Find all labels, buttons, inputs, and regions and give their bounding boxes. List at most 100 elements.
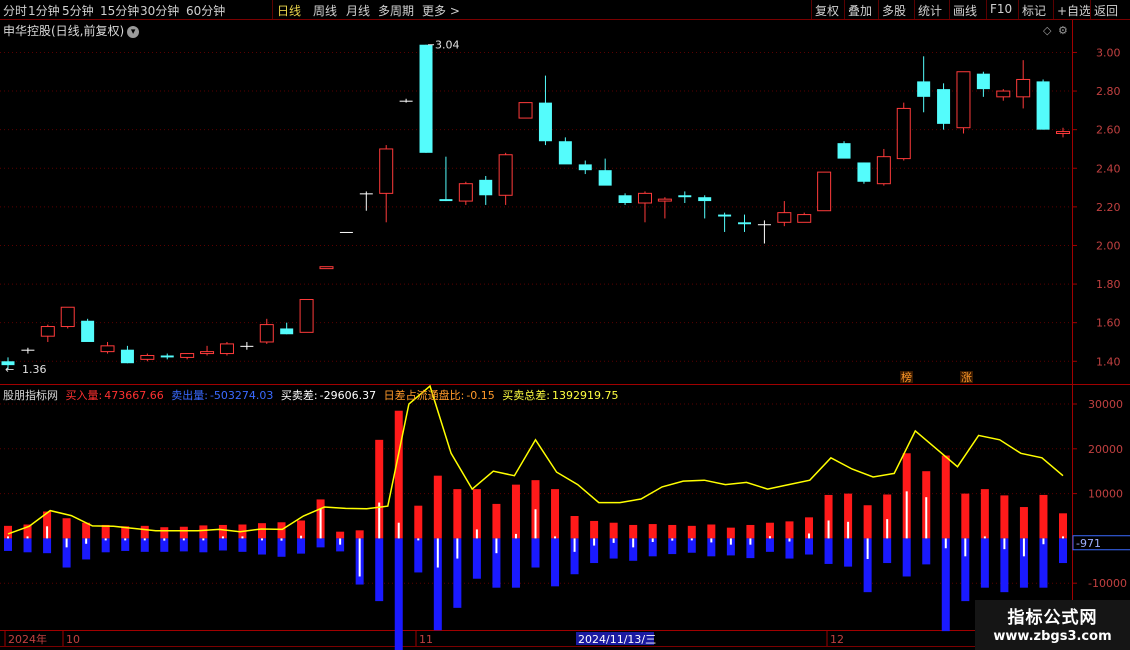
candle-body <box>757 224 771 226</box>
net-diff-bar <box>632 538 635 548</box>
candle-body <box>678 195 692 198</box>
sell-bar <box>375 538 384 602</box>
candle-body <box>937 89 951 124</box>
indicator-tick-label: 20000 <box>1088 443 1123 456</box>
net-diff-bar <box>319 508 322 539</box>
sell-bar <box>805 538 814 555</box>
sell-bar <box>218 538 227 551</box>
net-diff-bar <box>514 533 517 539</box>
net-diff-bar <box>671 538 674 541</box>
low-price-label: 1.36 <box>22 363 47 376</box>
candle-body <box>578 164 592 171</box>
candle-body <box>976 73 990 90</box>
indicator-name[interactable]: 股朋指标网 <box>3 389 58 402</box>
net-diff-bar <box>475 529 478 539</box>
candle-body <box>439 199 453 202</box>
buy-bar <box>140 525 149 539</box>
net-diff-bar <box>886 519 889 539</box>
diff-value: -29606.37 <box>319 389 377 402</box>
total-value: 1392919.75 <box>552 389 619 402</box>
net-diff-bar <box>710 538 713 543</box>
sell-bar <box>668 538 677 555</box>
net-diff-bar <box>612 538 615 543</box>
sell-bar <box>844 538 853 567</box>
candle-body <box>140 354 155 360</box>
net-diff-bar <box>280 538 283 541</box>
candle-body <box>698 197 712 202</box>
candle-body <box>359 193 373 195</box>
buy-bar <box>980 489 989 539</box>
sell-bar <box>297 538 306 554</box>
price-tick-label: 2.60 <box>1096 124 1121 137</box>
net-diff-bar <box>260 538 263 541</box>
candle-body <box>160 355 174 358</box>
candle-body <box>458 183 473 202</box>
net-diff-bar <box>7 536 9 539</box>
sell-bar <box>765 538 774 552</box>
settings-icon: ⚙ <box>1058 24 1068 37</box>
sell-volume-label: 卖出量: <box>171 389 208 402</box>
buy-bar <box>511 484 520 539</box>
sell-bar <box>140 538 149 552</box>
candle-body <box>479 179 493 196</box>
price-tick-label: 2.00 <box>1096 239 1121 252</box>
candle-body <box>339 231 353 233</box>
candle-body <box>399 100 413 102</box>
low-price-arrow: ← <box>5 363 14 376</box>
net-diff-bar <box>26 536 29 539</box>
candle-body <box>200 351 215 355</box>
buy-bar <box>570 516 579 539</box>
sell-bar <box>922 538 931 565</box>
sell-bar <box>941 538 950 632</box>
buy-bar <box>746 524 755 539</box>
net-diff-bar <box>866 538 869 560</box>
event-tag: 涨 <box>961 371 972 384</box>
net-diff-bar <box>495 538 498 554</box>
net-diff-bar <box>925 497 928 539</box>
buy-bar <box>82 522 91 539</box>
high-price-label: 3.04 <box>435 39 460 52</box>
net-diff-bar <box>221 536 224 539</box>
candle-body <box>956 71 971 129</box>
net-diff-bar <box>436 538 439 568</box>
net-diff-bar <box>1062 536 1064 539</box>
candle-body <box>657 198 672 202</box>
buy-bar <box>648 524 657 539</box>
buy-bar <box>609 522 618 539</box>
candle-body <box>598 170 612 186</box>
indicator-header: 股朋指标网 买入量: 473667.66 卖出量: -503274.03 买卖差: -… <box>3 387 618 403</box>
price-tick-label: 1.60 <box>1096 317 1121 330</box>
sell-bar <box>1039 538 1048 588</box>
net-diff-bar <box>534 509 537 539</box>
time-label: 12 <box>830 633 844 646</box>
buy-bar <box>433 475 442 539</box>
net-diff-bar <box>944 538 947 549</box>
net-diff-bar <box>593 538 596 546</box>
net-diff-bar <box>554 536 557 539</box>
buy-bar <box>765 522 774 539</box>
indicator-tick-label: 10000 <box>1088 488 1123 501</box>
buy-bar <box>414 505 423 539</box>
buy-bar <box>160 527 169 539</box>
net-diff-bar <box>163 538 166 541</box>
net-diff-bar <box>1042 538 1045 545</box>
candle-body <box>518 102 533 119</box>
buy-bar <box>668 524 677 539</box>
watermark: 指标公式网 www.zbgs3.com <box>975 600 1130 650</box>
net-diff-bar <box>768 536 771 539</box>
net-diff-bar <box>749 538 752 545</box>
candle-body <box>299 299 314 333</box>
time-label: 11 <box>419 633 433 646</box>
candle-body <box>738 222 752 225</box>
sell-bar <box>472 538 481 579</box>
candle-body <box>1036 81 1050 130</box>
candle-body <box>498 154 513 196</box>
candle-body <box>718 214 732 217</box>
net-diff-bar <box>827 520 830 539</box>
net-diff-bar <box>339 538 342 545</box>
net-diff-bar <box>964 538 967 557</box>
buy-bar <box>355 530 364 539</box>
buy-bar <box>277 522 286 539</box>
candle-body <box>280 328 294 335</box>
buy-bar <box>179 526 188 539</box>
